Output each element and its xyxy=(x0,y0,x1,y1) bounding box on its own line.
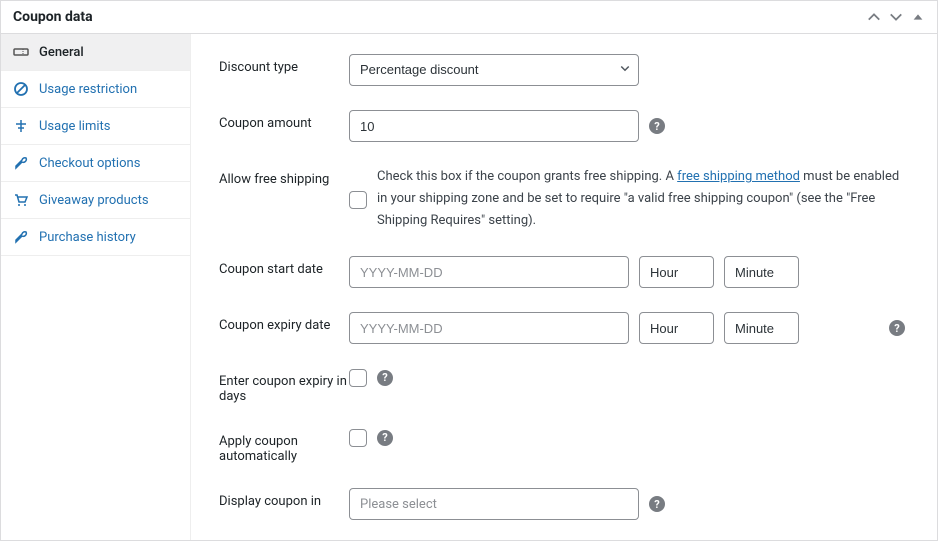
free-shipping-row: Allow free shipping Check this box if th… xyxy=(219,166,909,232)
collapse-toggle[interactable] xyxy=(911,10,925,24)
expiry-minute-input[interactable] xyxy=(724,312,799,344)
sidebar-item-label: Purchase history xyxy=(39,230,136,245)
sidebar-item-label: Usage restriction xyxy=(39,82,137,97)
coupon-amount-input[interactable] xyxy=(349,110,639,142)
display-in-label: Display coupon in xyxy=(219,488,349,509)
sidebar-item-label: Giveaway products xyxy=(39,193,149,208)
sidebar-item-usage-limits[interactable]: Usage limits xyxy=(1,108,190,145)
ban-icon xyxy=(13,81,29,97)
limits-icon xyxy=(13,118,29,134)
panel-header: Coupon data xyxy=(1,1,937,34)
expiry-date-input[interactable] xyxy=(349,312,629,344)
start-hour-input[interactable] xyxy=(639,256,714,288)
free-shipping-checkbox[interactable] xyxy=(349,191,367,209)
cart-icon xyxy=(13,192,29,208)
general-tab-content: Discount type Percentage discount Coupon… xyxy=(191,34,937,540)
auto-apply-row: Apply coupon automatically ? xyxy=(219,428,909,464)
free-shipping-label: Allow free shipping xyxy=(219,166,349,187)
coupon-data-panel: Coupon data General Usage restriction Usag… xyxy=(0,0,938,541)
ticket-icon xyxy=(13,44,29,60)
sidebar-item-label: Checkout options xyxy=(39,156,140,171)
discount-type-select[interactable]: Percentage discount xyxy=(349,54,639,86)
expiry-in-days-checkbox[interactable] xyxy=(349,369,367,387)
expiry-hour-input[interactable] xyxy=(639,312,714,344)
coupon-amount-row: Coupon amount ? xyxy=(219,110,909,142)
panel-title: Coupon data xyxy=(13,9,93,25)
sidebar-item-checkout-options[interactable]: Checkout options xyxy=(1,145,190,182)
sidebar-item-general[interactable]: General xyxy=(1,34,190,71)
help-icon[interactable]: ? xyxy=(377,370,393,386)
expiry-in-days-label: Enter coupon expiry in days xyxy=(219,368,349,404)
expiry-date-label: Coupon expiry date xyxy=(219,312,349,333)
display-in-placeholder: Please select xyxy=(360,497,437,512)
start-minute-input[interactable] xyxy=(724,256,799,288)
sidebar-item-purchase-history[interactable]: Purchase history xyxy=(1,219,190,256)
discount-type-label: Discount type xyxy=(219,54,349,75)
start-date-row: Coupon start date xyxy=(219,256,909,288)
sidebar-item-giveaway-products[interactable]: Giveaway products xyxy=(1,182,190,219)
display-in-row: Display coupon in Please select ? xyxy=(219,488,909,520)
panel-header-controls xyxy=(867,10,925,24)
move-up-button[interactable] xyxy=(867,10,881,24)
help-icon[interactable]: ? xyxy=(889,320,905,336)
wrench-icon xyxy=(13,229,29,245)
wrench-icon xyxy=(13,155,29,171)
sidebar-item-label: General xyxy=(39,45,84,60)
free-shipping-description: Check this box if the coupon grants free… xyxy=(377,166,907,232)
discount-type-row: Discount type Percentage discount xyxy=(219,54,909,86)
sidebar-item-usage-restriction[interactable]: Usage restriction xyxy=(1,71,190,108)
help-icon[interactable]: ? xyxy=(649,118,665,134)
sidebar-tabs: General Usage restriction Usage limits Chec… xyxy=(1,34,191,540)
auto-apply-label: Apply coupon automatically xyxy=(219,428,349,464)
display-in-select[interactable]: Please select xyxy=(349,488,639,520)
expiry-date-row: Coupon expiry date ? xyxy=(219,312,909,344)
start-date-label: Coupon start date xyxy=(219,256,349,277)
free-shipping-method-link[interactable]: free shipping method xyxy=(677,169,800,184)
start-date-input[interactable] xyxy=(349,256,629,288)
coupon-amount-label: Coupon amount xyxy=(219,110,349,131)
sidebar-item-label: Usage limits xyxy=(39,119,110,134)
move-down-button[interactable] xyxy=(889,10,903,24)
auto-apply-checkbox[interactable] xyxy=(349,429,367,447)
help-icon[interactable]: ? xyxy=(377,430,393,446)
help-icon[interactable]: ? xyxy=(649,496,665,512)
expiry-in-days-row: Enter coupon expiry in days ? xyxy=(219,368,909,404)
